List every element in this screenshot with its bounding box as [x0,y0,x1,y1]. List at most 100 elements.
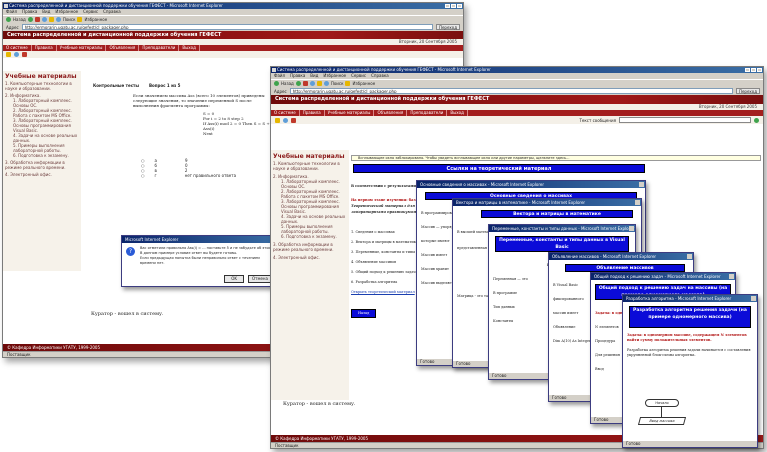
sidebar-sub-4[interactable]: 4. Задачи на основе реальных данных. [273,214,347,224]
forward-arrow-icon[interactable] [27,17,33,22]
menu-help[interactable]: Справка [103,9,121,15]
sidebar-sub-6[interactable]: 6. Подготовка к экзамену. [273,234,347,239]
menu-view[interactable]: Вид [42,9,50,15]
search-label[interactable]: Поиск [331,81,344,86]
back-arrow-icon[interactable] [6,17,11,22]
nav-materials[interactable]: Учебные материалы [57,45,107,51]
nav-about[interactable]: О системе [3,45,32,51]
theory-link[interactable]: Открыть теоретический материал [351,289,426,295]
sidebar-item-3[interactable]: 3. Обработка информации в режиме реально… [273,242,347,252]
address-input[interactable]: http://ermorarin.ugatu.ac.ru/gefest/cl_p… [289,88,733,94]
popup-titlebar[interactable]: Разработка алгоритма - Microsoft Interne… [623,295,757,302]
home-small-icon[interactable] [275,117,280,123]
menu-help[interactable]: Справка [371,73,389,79]
refresh-icon[interactable] [41,17,47,22]
back-arrow-icon[interactable] [274,81,279,86]
back-label[interactable]: Назад [13,17,26,22]
favorites-label[interactable]: Избранное [352,81,375,86]
cancel-button[interactable]: Отмена [247,275,272,283]
sidebar-item-1[interactable]: 1. Компьютерные технологии в науке и обр… [273,161,347,171]
bullet-item[interactable]: 4. Объявление массивов [351,259,426,265]
go-button[interactable]: Переход [735,88,760,94]
ok-button[interactable]: OK [224,275,244,283]
maximize-icon[interactable] [751,68,756,72]
sidebar-sub-2[interactable]: 2. Лабораторный комплекс. Работа с пакет… [273,189,347,199]
nav-announcements[interactable]: Объявления [374,110,408,116]
bullet-item[interactable]: 2. Вектора и матрицы в математике [351,239,426,245]
back-window-titlebar[interactable]: Система распределенной и дистанционной п… [3,3,463,9]
print-small-icon[interactable] [291,117,296,123]
popup-titlebar[interactable]: Вектора и матрицы в математике - Microso… [453,199,641,206]
search-label[interactable]: Поиск [63,17,76,22]
close-icon[interactable] [757,68,762,72]
menu-edit[interactable]: Правка [22,9,37,15]
home-small-icon[interactable] [6,52,11,57]
search-icon[interactable] [323,81,329,86]
nav-exit[interactable]: Выход [179,45,200,51]
bullet-item[interactable]: 5. Общий подход к решению задач [351,269,426,275]
favorites-icon[interactable] [345,81,351,86]
sidebar-sub-3[interactable]: 3. Лабораторный комплекс. Основы програм… [273,199,347,214]
search-message-input[interactable] [619,117,751,123]
menu-view[interactable]: Вид [310,73,318,79]
menu-favorites[interactable]: Избранное [323,73,346,79]
menu-tools[interactable]: Сервис [351,73,366,79]
mail-small-icon[interactable] [14,52,19,57]
home-icon[interactable] [316,81,322,86]
bullet-item[interactable]: 1. Сведения о массивах [351,229,426,235]
sidebar-item-1[interactable]: 1. Компьютерные технологии в науке и обр… [5,81,79,91]
close-icon[interactable] [457,4,462,8]
minimize-icon[interactable] [445,4,450,8]
favorites-label[interactable]: Избранное [84,17,107,22]
menu-tools[interactable]: Сервис [83,9,98,15]
sidebar-sub-4[interactable]: 4. Задачи на основе реальных данных. [5,133,79,143]
radio-icon[interactable]: ○ [141,173,145,178]
stop-icon[interactable] [34,17,40,22]
popup-blocked-infobar[interactable]: Всплывающее окно заблокировано. Чтобы ув… [351,155,761,161]
close-icon[interactable] [751,296,756,301]
close-icon[interactable] [639,182,644,187]
menu-edit[interactable]: Правка [290,73,305,79]
forward-arrow-icon[interactable] [295,81,301,86]
mail-small-icon[interactable] [283,117,288,123]
popup-titlebar[interactable]: Общий подход к решению задач - Microsoft… [591,273,735,280]
menu-file[interactable]: Файл [6,9,17,15]
close-icon[interactable] [635,200,640,205]
bullet-item[interactable]: 6. Разработка алгоритма [351,279,426,285]
home-icon[interactable] [48,17,54,22]
popup-titlebar[interactable]: Основные сведения о массивах - Microsoft… [417,181,645,188]
nav-teachers[interactable]: Преподаватели [407,110,448,116]
search-go-icon[interactable] [754,117,759,123]
close-icon[interactable] [687,254,692,259]
back-nav-button[interactable]: Назад [351,309,377,318]
sidebar-sub-1[interactable]: 1. Лабораторный комплекс. Основы ОС. [5,98,79,108]
popup-titlebar[interactable]: Переменные, константы и типы данных - Mi… [489,225,635,232]
refresh-icon[interactable] [309,81,315,86]
sidebar-sub-6[interactable]: 6. Подготовка к экзамену. [5,153,79,158]
nav-rules[interactable]: Правила [32,45,57,51]
alert-titlebar[interactable]: Microsoft Internet Explorer [122,236,278,243]
nav-teachers[interactable]: Преподаватели [139,45,180,51]
menu-favorites[interactable]: Избранное [55,9,78,15]
bullet-item[interactable]: 3. Переменные, константы и типы данных [351,249,426,255]
close-icon[interactable] [629,226,634,231]
back-label[interactable]: Назад [281,81,294,86]
sidebar-item-4[interactable]: 4. Электронный офис. [273,255,347,260]
maximize-icon[interactable] [451,4,456,8]
front-window-titlebar[interactable]: Система распределенной и дистанционной п… [271,67,763,73]
minimize-icon[interactable] [745,68,750,72]
address-input[interactable]: http://ermorarin.ugatu.ac.ru/gefest/cl_p… [21,24,433,30]
search-icon[interactable] [55,17,61,22]
go-button[interactable]: Переход [435,24,460,30]
nav-materials[interactable]: Учебные материалы [325,110,375,116]
menu-file[interactable]: Файл [274,73,285,79]
sidebar-sub-3[interactable]: 3. Лабораторный комплекс. Основы програм… [5,118,79,133]
sidebar-sub-5[interactable]: 5. Примеры выполнения лабораторной работ… [273,224,347,234]
sidebar-item-3[interactable]: 3. Обработка информации в режиме реально… [5,160,79,170]
popup-titlebar[interactable]: Объявление массивов - Microsoft Internet… [549,253,693,260]
sidebar-sub-2[interactable]: 2. Лабораторный комплекс. Работа с пакет… [5,108,79,118]
sidebar-sub-5[interactable]: 5. Примеры выполнения лабораторной работ… [5,143,79,153]
favorites-icon[interactable] [77,17,83,22]
nav-announcements[interactable]: Объявления [106,45,140,51]
stop-icon[interactable] [302,81,308,86]
